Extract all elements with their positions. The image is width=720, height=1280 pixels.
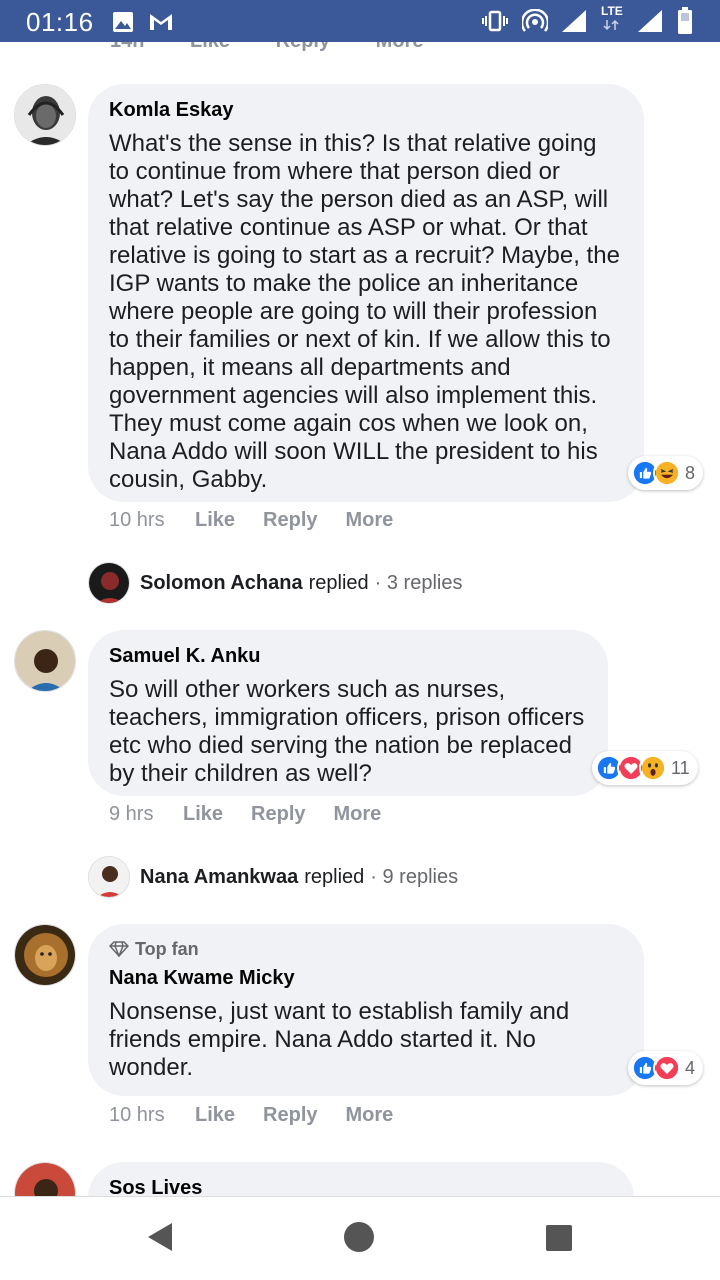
like-button[interactable]: Like <box>183 803 223 826</box>
lte-signal-icon <box>638 10 662 32</box>
replier-name[interactable]: Nana Amankwaa <box>140 866 298 889</box>
reaction-count: 4 <box>685 1057 696 1078</box>
comment-author[interactable]: Sos Lives <box>109 1176 612 1196</box>
avatar-nana-kwame-micky[interactable] <box>14 924 76 986</box>
comment-text: Nonsense, just want to establish family … <box>109 998 570 1081</box>
comment-actions: 10 hrs Like Reply More <box>109 1104 421 1127</box>
avatar-komla-eskay[interactable] <box>14 84 76 146</box>
previous-comment-actions: 14h Like Reply More <box>110 42 463 53</box>
lte-arrows-icon <box>603 19 619 31</box>
reaction-summary[interactable]: 11 <box>592 751 698 785</box>
comment-text: What's the sense in this? Is that relati… <box>109 130 620 493</box>
battery-icon <box>678 7 692 34</box>
comment-actions: 9 hrs Like Reply More <box>109 803 409 826</box>
comment-text: So will other workers such as nurses, te… <box>109 676 585 787</box>
previous-more-button[interactable]: More <box>376 42 424 52</box>
wow-reaction-icon <box>639 754 667 782</box>
previous-comment-time: 14h <box>110 42 144 52</box>
diamond-icon <box>109 941 129 957</box>
replies-link[interactable]: Nana Amankwaa replied · 9 replies <box>88 856 458 898</box>
more-button[interactable]: More <box>346 1104 394 1127</box>
comment-bubble[interactable]: Samuel K. Anku So will other workers suc… <box>88 630 608 796</box>
reply-button[interactable]: Reply <box>263 509 317 532</box>
more-button[interactable]: More <box>334 803 382 826</box>
comment-author[interactable]: Komla Eskay <box>109 98 622 122</box>
back-icon[interactable] <box>146 1221 174 1253</box>
reaction-count: 8 <box>685 462 696 483</box>
home-icon[interactable] <box>343 1221 375 1253</box>
reply-count: · 9 replies <box>370 865 459 888</box>
like-button[interactable]: Like <box>195 1104 235 1127</box>
reaction-count: 11 <box>671 757 690 778</box>
image-icon <box>113 12 133 32</box>
replies-link[interactable]: Solomon Achana replied · 3 replies <box>88 562 462 604</box>
comment-bubble[interactable]: Komla Eskay What's the sense in this? Is… <box>88 84 644 502</box>
reaction-summary[interactable]: 4 <box>628 1051 704 1085</box>
comment-time: 9 hrs <box>109 803 154 825</box>
comment-author[interactable]: Samuel K. Anku <box>109 644 586 668</box>
replied-label: replied <box>308 571 369 594</box>
avatar-solomon-achana <box>88 562 130 604</box>
navigation-bar <box>0 1196 720 1280</box>
signal-icon <box>562 10 586 32</box>
avatar-nana-amankwaa <box>88 856 130 898</box>
previous-reply-button[interactable]: Reply <box>276 42 330 52</box>
vibrate-icon <box>482 10 508 32</box>
reply-button[interactable]: Reply <box>251 803 305 826</box>
comment-actions: 10 hrs Like Reply More <box>109 509 421 532</box>
replied-label: replied <box>304 865 365 888</box>
status-time: 01:16 <box>26 7 94 37</box>
avatar-sos-lives[interactable] <box>14 1162 76 1196</box>
comment-bubble[interactable]: Sos Lives <box>88 1162 634 1196</box>
top-fan-badge: Top fan <box>109 938 622 960</box>
replier-name[interactable]: Solomon Achana <box>140 572 303 595</box>
comment-author[interactable]: Nana Kwame Micky <box>109 966 622 990</box>
comments-feed[interactable]: 14h Like Reply More Komla Eskay What's t… <box>0 42 720 1196</box>
love-reaction-icon <box>653 1054 681 1082</box>
gmail-icon <box>150 14 172 30</box>
more-button[interactable]: More <box>346 509 394 532</box>
hotspot-icon <box>522 9 548 32</box>
comment-bubble[interactable]: Top fan Nana Kwame Micky Nonsense, just … <box>88 924 644 1096</box>
status-bar: 01:16 LTE <box>0 0 720 42</box>
reply-count: · 3 replies <box>374 571 463 594</box>
top-fan-label: Top fan <box>135 939 199 959</box>
avatar-samuel-k-anku[interactable] <box>14 630 76 692</box>
previous-like-button[interactable]: Like <box>190 42 230 52</box>
reply-button[interactable]: Reply <box>263 1104 317 1127</box>
lte-label: LTE <box>601 4 623 18</box>
comment-time: 10 hrs <box>109 1104 165 1126</box>
recents-icon[interactable] <box>545 1224 573 1252</box>
like-button[interactable]: Like <box>195 509 235 532</box>
comment-time: 10 hrs <box>109 509 165 531</box>
reaction-summary[interactable]: 8 <box>628 456 704 490</box>
haha-reaction-icon <box>653 459 681 487</box>
